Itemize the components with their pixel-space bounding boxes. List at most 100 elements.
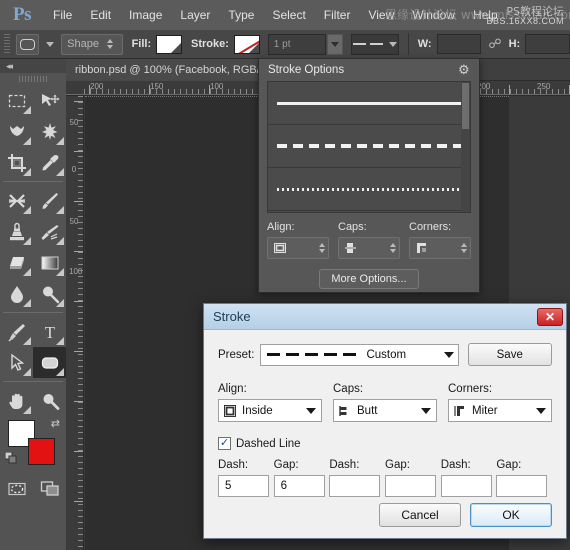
collapse-arrows-icon[interactable]: ◂◂ xyxy=(6,61,13,72)
sidebar-item-path-selection-tool[interactable] xyxy=(0,347,33,378)
solid-line-preset[interactable] xyxy=(268,82,470,125)
menu-help[interactable]: Help xyxy=(464,0,507,30)
tool-preset-picker[interactable] xyxy=(15,33,40,55)
menu-filter[interactable]: Filter xyxy=(315,0,360,30)
preset-select[interactable]: Custom xyxy=(260,343,459,366)
sidebar-item-lasso-tool[interactable] xyxy=(0,116,33,147)
gap-field-1[interactable]: 6 xyxy=(273,475,325,497)
corners-select[interactable]: Miter xyxy=(448,399,552,422)
swap-colors-icon[interactable]: ⇄ xyxy=(51,417,60,430)
background-color-swatch[interactable] xyxy=(28,438,55,465)
stroke-preset-list[interactable] xyxy=(267,81,471,213)
caps-select[interactable] xyxy=(338,237,400,259)
options-bar-gripper[interactable] xyxy=(4,34,10,54)
align-group: Align: Inside xyxy=(218,383,322,422)
save-button[interactable]: Save xyxy=(467,343,552,366)
caps-select[interactable]: Butt xyxy=(333,399,437,422)
stroke-type-picker[interactable] xyxy=(350,33,399,55)
sidebar-item-blur-tool[interactable] xyxy=(0,278,33,309)
quick-mask-button[interactable] xyxy=(0,474,33,504)
screen-mode-button[interactable] xyxy=(33,474,66,504)
corners-group: Corners: xyxy=(409,221,471,259)
fill-swatch-corner-icon xyxy=(171,42,182,53)
ruler-major-ticks-v xyxy=(74,101,83,550)
tool-preset-chevron-down-icon[interactable] xyxy=(46,41,55,47)
default-colors-icon[interactable] xyxy=(5,452,17,464)
sidebar-item-zoom-tool[interactable] xyxy=(33,385,66,416)
align-group: Align: xyxy=(267,221,329,259)
close-icon[interactable]: ✕ xyxy=(537,307,563,326)
menu-view[interactable]: View xyxy=(359,0,403,30)
dash-field-1[interactable]: 5 xyxy=(218,475,269,497)
dash-label-3: Dash: xyxy=(440,459,471,471)
ok-button[interactable]: OK xyxy=(470,503,552,527)
tools-panel-gripper[interactable] xyxy=(0,73,66,85)
options-bar: Shape Fill: Stroke: 1 pt W: ☍ H: xyxy=(0,30,570,59)
sidebar-item-rounded-rectangle-tool[interactable] xyxy=(33,347,66,378)
dash-label-2: Dash: xyxy=(329,459,360,471)
menu-select[interactable]: Select xyxy=(263,0,314,30)
sidebar-item-pen-tool[interactable] xyxy=(0,316,33,347)
rounded-rect-icon xyxy=(19,38,35,50)
sidebar-item-brush-tool[interactable] xyxy=(33,185,66,216)
sidebar-item-gradient-tool[interactable] xyxy=(33,247,66,278)
menu-image[interactable]: Image xyxy=(120,0,171,30)
align-select[interactable] xyxy=(267,237,329,259)
sidebar-item-magic-wand-tool[interactable] xyxy=(33,116,66,147)
dotted-line-preset[interactable] xyxy=(268,168,470,211)
stroke-dialog-titlebar[interactable]: Stroke ✕ xyxy=(204,304,566,330)
dashed-line-checkbox[interactable]: ✓ xyxy=(218,437,231,450)
dashed-line-preset[interactable] xyxy=(268,125,470,168)
dash-field-2[interactable] xyxy=(329,475,381,497)
tools-divider xyxy=(3,181,63,182)
tool-more-corner-icon xyxy=(23,368,31,376)
corners-miter-icon xyxy=(454,405,464,416)
gear-icon[interactable]: ⚙ xyxy=(458,62,472,77)
dash-field-3[interactable] xyxy=(440,475,492,497)
sidebar-item-healing-brush-tool[interactable] xyxy=(0,185,33,216)
tool-more-corner-icon xyxy=(23,337,31,345)
more-options-button[interactable]: More Options... xyxy=(319,269,419,289)
gap-field-3[interactable] xyxy=(496,475,548,497)
align-select[interactable]: Inside xyxy=(218,399,322,422)
link-icon[interactable]: ☍ xyxy=(488,36,501,52)
photoshop-window: Ps File Edit Image Layer Type Select Fil… xyxy=(0,0,570,550)
sidebar-item-marquee-tool[interactable] xyxy=(0,85,33,116)
width-input[interactable] xyxy=(436,34,482,54)
menu-edit[interactable]: Edit xyxy=(81,0,120,30)
sidebar-item-crop-tool[interactable] xyxy=(0,147,33,178)
menu-file[interactable]: File xyxy=(44,0,81,30)
sidebar-item-eraser-tool[interactable] xyxy=(0,247,33,278)
sidebar-item-dodge-tool[interactable] xyxy=(33,278,66,309)
sidebar-item-type-tool[interactable]: T xyxy=(33,316,66,347)
stroke-swatch[interactable] xyxy=(233,34,260,54)
caps-label: Caps: xyxy=(338,221,367,233)
menu-window[interactable]: Window xyxy=(403,0,464,30)
sidebar-item-eyedropper-tool[interactable] xyxy=(33,147,66,178)
gap-label-1: Gap: xyxy=(273,459,299,471)
stroke-width-dropdown-button[interactable] xyxy=(326,33,343,55)
scrollbar-thumb[interactable] xyxy=(462,83,469,129)
cancel-button[interactable]: Cancel xyxy=(379,503,461,527)
fill-swatch[interactable] xyxy=(156,34,183,54)
gap-field-2[interactable] xyxy=(385,475,437,497)
tool-more-corner-icon xyxy=(56,299,64,307)
tools-panel-header[interactable]: ◂◂ xyxy=(0,59,66,73)
sidebar-item-move-tool[interactable] xyxy=(33,85,66,116)
tools-divider xyxy=(3,312,63,313)
tool-more-corner-icon xyxy=(56,337,64,345)
preset-list-scrollbar[interactable] xyxy=(461,82,470,212)
stroke-width-input[interactable]: 1 pt xyxy=(267,33,326,55)
tool-mode-select[interactable]: Shape xyxy=(61,33,123,55)
corners-select[interactable] xyxy=(409,237,471,259)
vertical-ruler[interactable]: 50 0 50 100 xyxy=(66,96,84,550)
move-icon xyxy=(41,93,59,106)
menu-layer[interactable]: Layer xyxy=(171,0,219,30)
height-input[interactable] xyxy=(525,34,570,54)
sidebar-item-hand-tool[interactable] xyxy=(0,385,33,416)
chevron-down-icon xyxy=(421,407,431,414)
menu-type[interactable]: Type xyxy=(219,0,263,30)
sidebar-item-clone-stamp-tool[interactable] xyxy=(0,216,33,247)
caps-group: Caps: Butt xyxy=(333,383,437,422)
sidebar-item-history-brush-tool[interactable] xyxy=(33,216,66,247)
